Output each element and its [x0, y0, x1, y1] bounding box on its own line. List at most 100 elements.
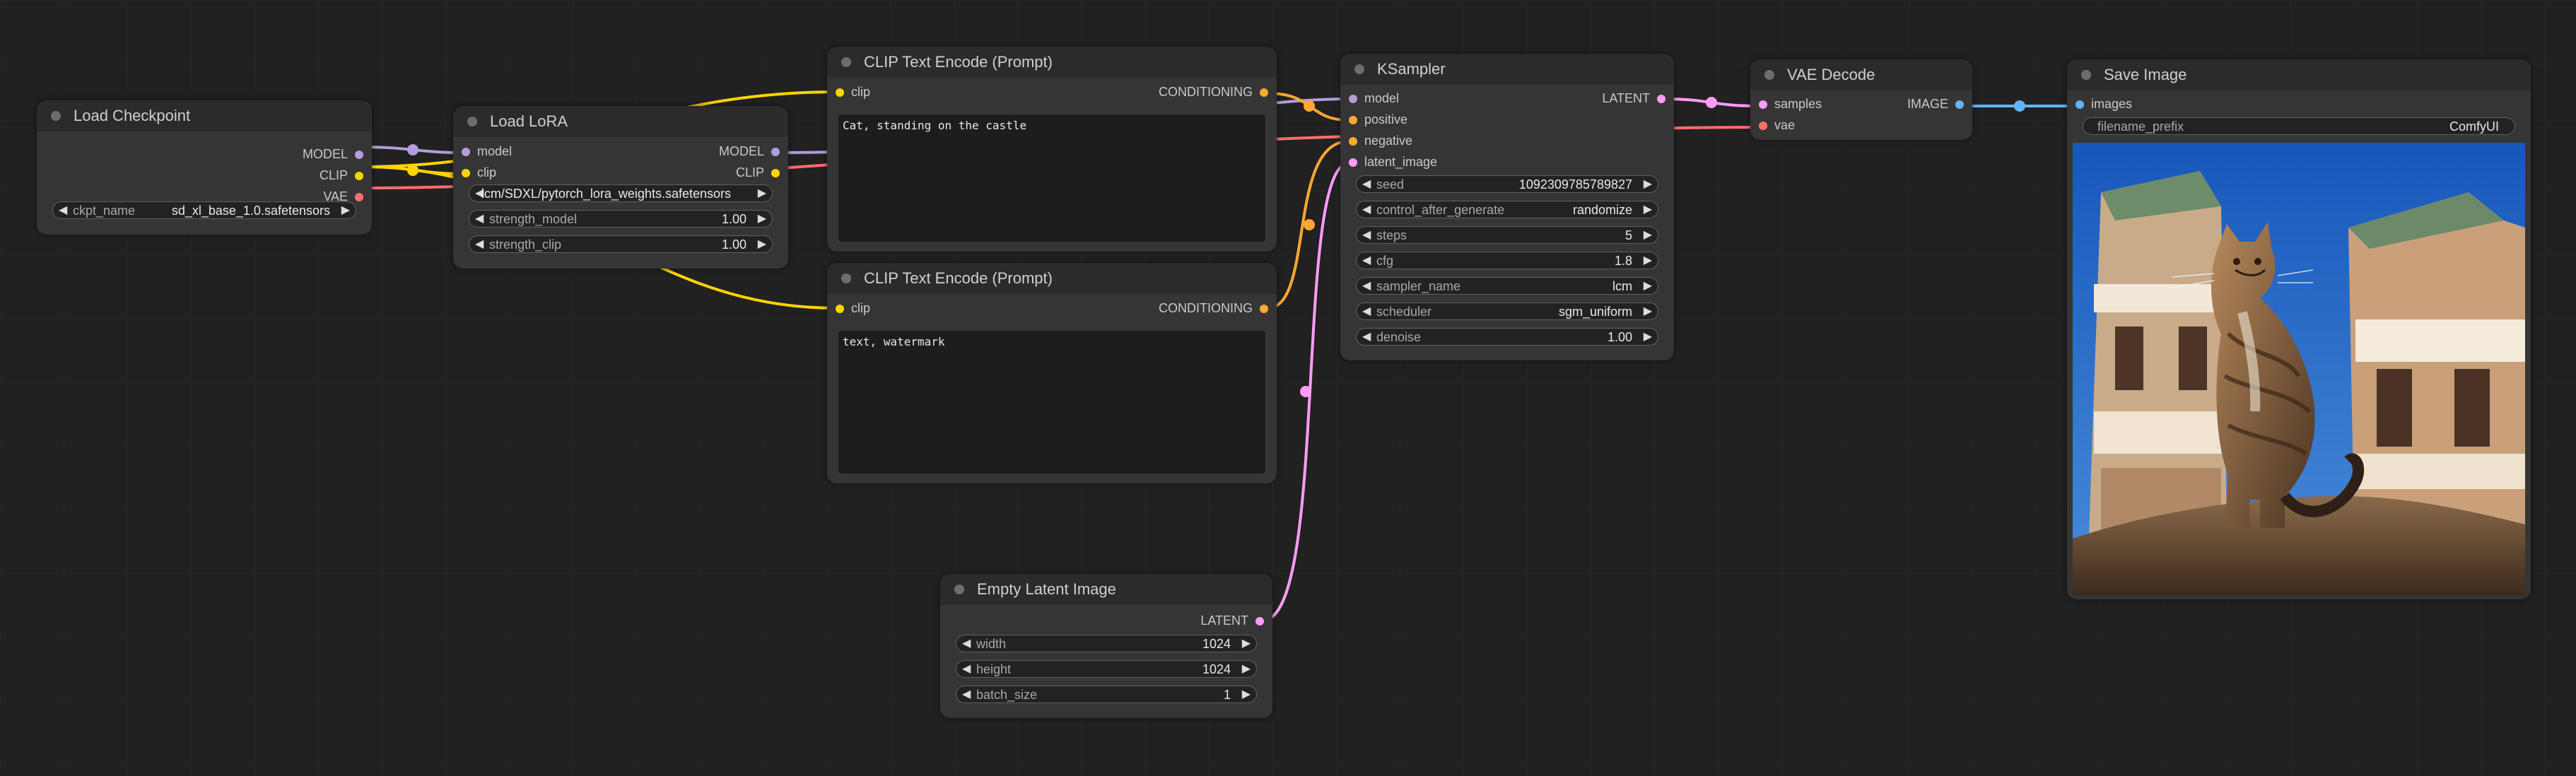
arrow-right-icon[interactable]: ▶ — [341, 203, 350, 217]
arrow-right-icon[interactable]: ▶ — [1644, 228, 1652, 242]
load-lora-node[interactable]: Load LoRA model MODEL clip CLIP ◀ lcm/SD… — [453, 106, 788, 269]
model-input-pin[interactable] — [462, 148, 470, 156]
arrow-left-icon[interactable]: ◀ — [1362, 228, 1371, 242]
negative-input-pin[interactable] — [1349, 137, 1357, 146]
arrow-right-icon[interactable]: ▶ — [1644, 202, 1652, 216]
save-image-node[interactable]: Save Image images filename_prefix ComfyU… — [2067, 59, 2531, 599]
node-collapse-dot[interactable] — [51, 111, 61, 121]
clip-input-pin[interactable] — [836, 305, 844, 313]
node-collapse-dot[interactable] — [1354, 64, 1364, 74]
arrow-left-icon[interactable]: ◀ — [962, 687, 971, 701]
prompt-textarea[interactable]: text, watermark — [838, 331, 1265, 474]
slot-row-model[interactable]: model LATENT — [1340, 88, 1674, 110]
clip-text-encode-positive-node[interactable]: CLIP Text Encode (Prompt) clip CONDITION… — [827, 47, 1277, 252]
vae-input-pin[interactable] — [1759, 122, 1767, 130]
lora-name-combo[interactable]: ◀ lcm/SDXL/pytorch_lora_weights.safetens… — [469, 184, 773, 202]
slot-row-samples[interactable]: samples IMAGE — [1750, 94, 1972, 115]
slot-row-images[interactable]: images — [2067, 94, 2531, 115]
slot-row-latent-image[interactable]: latent_image — [1340, 152, 1674, 173]
width-number[interactable]: ◀ width 1024 ▶ — [956, 635, 1257, 652]
arrow-right-icon[interactable]: ▶ — [1644, 253, 1652, 267]
clip-output-pin[interactable] — [771, 169, 780, 177]
load-checkpoint-node[interactable]: Load Checkpoint MODEL CLIP VAE ◀ ckpt_na… — [37, 100, 372, 235]
sampler-name-combo[interactable]: ◀ sampler_name lcm ▶ — [1356, 277, 1658, 295]
strength-model-number[interactable]: ◀ strength_model 1.00 ▶ — [469, 210, 773, 228]
clip-input-pin[interactable] — [836, 88, 844, 97]
arrow-right-icon[interactable]: ▶ — [758, 237, 766, 251]
node-title-bar[interactable]: Save Image — [2067, 59, 2531, 90]
node-collapse-dot[interactable] — [467, 117, 477, 127]
node-collapse-dot[interactable] — [841, 57, 851, 67]
arrow-left-icon[interactable]: ◀ — [59, 203, 67, 217]
node-title-bar[interactable]: Empty Latent Image — [940, 574, 1272, 605]
arrow-left-icon[interactable]: ◀ — [1362, 278, 1371, 293]
batch-size-number[interactable]: ◀ batch_size 1 ▶ — [956, 686, 1257, 703]
arrow-right-icon[interactable]: ▶ — [758, 211, 766, 225]
arrow-right-icon[interactable]: ▶ — [1242, 636, 1251, 650]
ckpt-name-combo[interactable]: ◀ ckpt_name sd_xl_base_1.0.safetensors ▶ — [52, 201, 356, 219]
cfg-number[interactable]: ◀ cfg 1.8 ▶ — [1356, 252, 1658, 269]
clip-output-pin[interactable] — [355, 172, 363, 180]
strength-clip-number[interactable]: ◀ strength_clip 1.00 ▶ — [469, 235, 773, 253]
model-input-pin[interactable] — [1349, 95, 1357, 103]
slot-row-vae[interactable]: vae — [1750, 115, 1972, 136]
node-title-bar[interactable]: VAE Decode — [1750, 59, 1972, 90]
image-output-pin[interactable] — [1955, 100, 1964, 109]
node-collapse-dot[interactable] — [841, 274, 851, 283]
images-input-pin[interactable] — [2076, 100, 2084, 109]
slot-row-clip[interactable]: clip CONDITIONING — [827, 82, 1277, 103]
filename-prefix-input[interactable]: filename_prefix ComfyUI — [2083, 117, 2515, 135]
node-collapse-dot[interactable] — [954, 584, 964, 594]
arrow-left-icon[interactable]: ◀ — [1362, 253, 1371, 267]
conditioning-output-pin[interactable] — [1260, 305, 1268, 313]
node-collapse-dot[interactable] — [2081, 70, 2091, 80]
model-output-pin[interactable] — [771, 148, 780, 156]
positive-input-pin[interactable] — [1349, 116, 1357, 124]
arrow-right-icon[interactable]: ▶ — [1242, 687, 1251, 701]
height-number[interactable]: ◀ height 1024 ▶ — [956, 660, 1257, 678]
arrow-right-icon[interactable]: ▶ — [1644, 329, 1652, 343]
node-title-bar[interactable]: CLIP Text Encode (Prompt) — [827, 47, 1277, 78]
slot-row-clip[interactable]: clip CONDITIONING — [827, 298, 1277, 319]
vae-output-pin[interactable] — [355, 193, 363, 201]
samples-input-pin[interactable] — [1759, 100, 1767, 109]
output-image-preview[interactable] — [2073, 143, 2525, 595]
arrow-left-icon[interactable]: ◀ — [1362, 177, 1371, 191]
latent-output-pin[interactable] — [1255, 617, 1264, 625]
output-slot-clip[interactable]: CLIP — [37, 165, 372, 187]
slot-row-negative[interactable]: negative — [1340, 131, 1674, 152]
node-title-bar[interactable]: Load LoRA — [453, 106, 788, 137]
empty-latent-image-node[interactable]: Empty Latent Image LATENT ◀ width 1024 ▶… — [940, 574, 1272, 718]
arrow-left-icon[interactable]: ◀ — [475, 211, 484, 225]
arrow-right-icon[interactable]: ▶ — [1644, 278, 1652, 293]
arrow-left-icon[interactable]: ◀ — [962, 662, 971, 676]
seed-number[interactable]: ◀ seed 1092309785789827 ▶ — [1356, 175, 1658, 193]
prompt-textarea[interactable]: Cat, standing on the castle — [838, 114, 1265, 242]
arrow-right-icon[interactable]: ▶ — [1242, 662, 1251, 676]
scheduler-combo[interactable]: ◀ scheduler sgm_uniform ▶ — [1356, 302, 1658, 320]
node-collapse-dot[interactable] — [1764, 70, 1774, 80]
slot-row-positive[interactable]: positive — [1340, 110, 1674, 131]
arrow-left-icon[interactable]: ◀ — [1362, 329, 1371, 343]
control-after-generate-combo[interactable]: ◀ control_after_generate randomize ▶ — [1356, 201, 1658, 218]
denoise-number[interactable]: ◀ denoise 1.00 ▶ — [1356, 328, 1658, 346]
arrow-right-icon[interactable]: ▶ — [1644, 177, 1652, 191]
output-slot-model[interactable]: MODEL — [37, 144, 372, 165]
slot-row-clip[interactable]: clip CLIP — [453, 163, 788, 184]
output-slot-latent[interactable]: LATENT — [940, 611, 1272, 632]
steps-number[interactable]: ◀ steps 5 ▶ — [1356, 226, 1658, 244]
clip-text-encode-negative-node[interactable]: CLIP Text Encode (Prompt) clip CONDITION… — [827, 263, 1277, 483]
arrow-right-icon[interactable]: ▶ — [1644, 304, 1652, 318]
node-title-bar[interactable]: Load Checkpoint — [37, 100, 372, 131]
arrow-left-icon[interactable]: ◀ — [1362, 202, 1371, 216]
conditioning-output-pin[interactable] — [1260, 88, 1268, 97]
arrow-left-icon[interactable]: ◀ — [962, 636, 971, 650]
arrow-right-icon[interactable]: ▶ — [758, 186, 766, 200]
arrow-left-icon[interactable]: ◀ — [475, 237, 484, 251]
clip-input-pin[interactable] — [462, 169, 470, 177]
node-title-bar[interactable]: CLIP Text Encode (Prompt) — [827, 263, 1277, 294]
vae-decode-node[interactable]: VAE Decode samples IMAGE vae — [1750, 59, 1972, 140]
latent-output-pin[interactable] — [1657, 95, 1665, 103]
arrow-left-icon[interactable]: ◀ — [1362, 304, 1371, 318]
node-title-bar[interactable]: KSampler — [1340, 54, 1674, 85]
